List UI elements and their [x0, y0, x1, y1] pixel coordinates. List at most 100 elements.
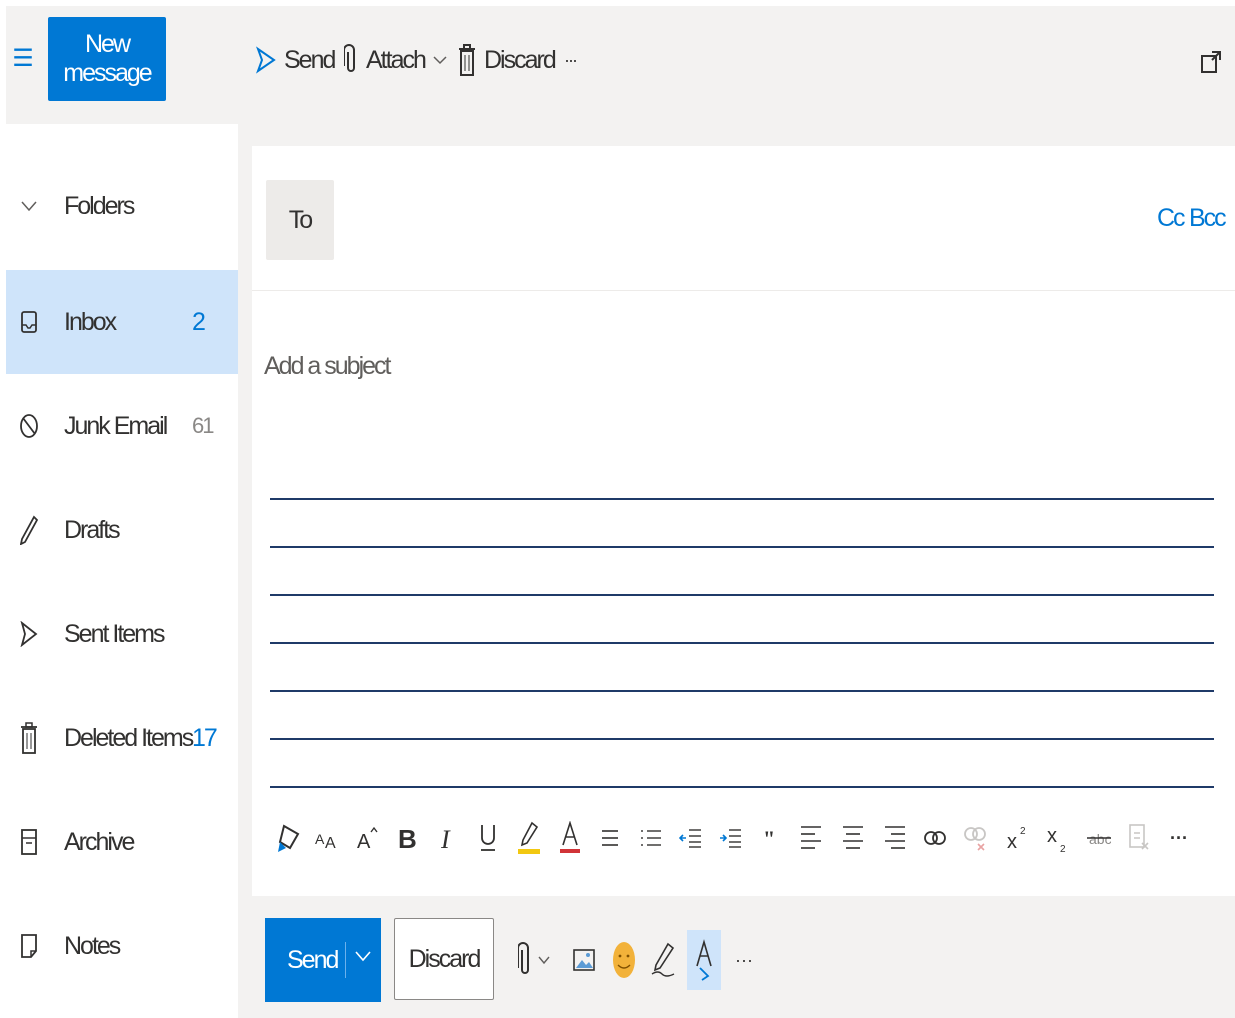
body-line	[270, 642, 1214, 644]
unread-count: 17	[192, 723, 218, 752]
attach-command[interactable]: Attach	[344, 40, 455, 80]
archive-icon	[18, 825, 40, 859]
send-button[interactable]: Send	[265, 918, 381, 1002]
sidebar-item-label: Drafts	[64, 515, 121, 544]
sidebar-item-junk-email[interactable]: Junk Email 61	[6, 374, 238, 478]
sidebar-item-label: Deleted Items	[64, 723, 194, 752]
svg-text:A: A	[357, 831, 371, 852]
send-icon	[18, 617, 40, 651]
highlight-icon[interactable]	[516, 818, 542, 858]
to-input[interactable]	[346, 186, 1136, 256]
popout-icon[interactable]	[1200, 48, 1222, 79]
body-line	[270, 594, 1214, 596]
bold-icon[interactable]: B	[394, 818, 420, 858]
emoji-icon[interactable]	[610, 930, 638, 990]
sidebar-item-label: Sent Items	[64, 619, 165, 648]
clear-formatting-icon[interactable]	[1126, 818, 1152, 858]
pencil-icon	[18, 513, 40, 547]
align-left-icon[interactable]	[798, 818, 824, 858]
command-bar	[6, 6, 1235, 124]
superscript-icon[interactable]: x2	[1006, 818, 1030, 858]
chevron-down-icon	[433, 56, 447, 65]
font-size-icon[interactable]: AA	[314, 818, 338, 858]
decrease-indent-icon[interactable]	[678, 818, 704, 858]
sidebar-item-label: Junk Email	[64, 411, 168, 440]
sidebar-item-archive[interactable]: Archive	[6, 790, 238, 894]
sidebar-item-sent-items[interactable]: Sent Items	[6, 582, 238, 686]
cc-link[interactable]: Cc	[1157, 204, 1186, 233]
folders-toggle[interactable]: Folders	[6, 154, 238, 258]
divider	[252, 290, 1235, 291]
trash-icon	[18, 721, 40, 755]
more-icon[interactable]: ···	[730, 930, 758, 990]
body-line	[270, 498, 1214, 500]
svg-text:2: 2	[1060, 844, 1066, 854]
sidebar-item-label: Notes	[64, 931, 121, 960]
discard-button[interactable]: Discard	[394, 918, 494, 1000]
svg-text:A: A	[325, 835, 336, 852]
svg-text:2: 2	[1020, 826, 1026, 837]
increase-indent-icon[interactable]	[718, 818, 744, 858]
insert-picture-icon[interactable]	[570, 930, 598, 990]
svg-text:x: x	[1047, 825, 1057, 847]
bullets-icon[interactable]	[598, 818, 622, 858]
signature-icon[interactable]	[648, 930, 678, 990]
subscript-icon[interactable]: x2	[1046, 818, 1070, 858]
discard-command-label: Discard	[484, 45, 557, 74]
sidebar-item-label: Archive	[64, 827, 135, 856]
folder-pane: Folders Inbox 2 Junk Email 61 Drafts Sen…	[6, 124, 238, 1018]
svg-text:x: x	[1007, 831, 1017, 852]
body-line	[270, 690, 1214, 692]
to-button[interactable]: To	[266, 180, 334, 260]
send-icon	[256, 46, 276, 74]
send-button-label: Send	[287, 945, 339, 974]
format-text-icon[interactable]	[687, 930, 721, 990]
quote-icon[interactable]: "	[760, 818, 782, 858]
sidebar-item-notes[interactable]: Notes	[6, 894, 238, 998]
trash-icon	[459, 44, 475, 76]
unlink-icon[interactable]	[962, 818, 988, 858]
more-icon[interactable]: ···	[564, 40, 578, 80]
discard-command[interactable]: Discard	[458, 40, 557, 80]
chevron-down-icon	[355, 951, 371, 962]
more-options-icon[interactable]: ···	[1166, 818, 1192, 858]
paperclip-icon	[518, 942, 529, 974]
sidebar-item-inbox[interactable]: Inbox 2	[6, 270, 238, 374]
body-line	[270, 786, 1214, 788]
chevron-down-icon	[18, 189, 40, 223]
new-message-button[interactable]: New message	[48, 17, 166, 101]
format-painter-icon[interactable]	[274, 818, 304, 858]
font-color-icon[interactable]	[558, 818, 582, 858]
attach-command-label: Attach	[366, 45, 427, 74]
subject-input[interactable]	[264, 346, 1204, 386]
body-line	[270, 738, 1214, 740]
send-command[interactable]: Send	[256, 40, 336, 80]
unread-count: 61	[192, 413, 215, 438]
sidebar-item-label: Inbox	[64, 307, 117, 336]
bcc-link[interactable]: Bcc	[1189, 204, 1227, 233]
hamburger-icon[interactable]: ☰	[12, 47, 34, 71]
paperclip-icon	[344, 44, 355, 72]
strikethrough-icon[interactable]: abc	[1086, 818, 1112, 858]
svg-text:": "	[763, 828, 775, 848]
underline-icon[interactable]	[476, 818, 500, 858]
grow-font-icon[interactable]: A	[356, 818, 380, 858]
sidebar-item-drafts[interactable]: Drafts	[6, 478, 238, 582]
svg-text:A: A	[315, 831, 325, 847]
divider	[345, 942, 346, 978]
align-center-icon[interactable]	[840, 818, 866, 858]
chevron-down-icon	[538, 956, 550, 965]
attach-button[interactable]	[512, 930, 556, 990]
svg-text:I: I	[441, 825, 451, 852]
svg-text:B: B	[398, 824, 416, 852]
italic-icon[interactable]: I	[436, 818, 460, 858]
junk-icon	[18, 409, 40, 443]
inbox-icon	[18, 305, 40, 339]
sidebar-item-deleted-items[interactable]: Deleted Items 17	[6, 686, 238, 790]
folders-label: Folders	[64, 191, 135, 220]
link-icon[interactable]	[922, 818, 948, 858]
message-body[interactable]	[264, 420, 1220, 800]
numbering-icon[interactable]	[638, 818, 664, 858]
unread-count: 2	[192, 307, 206, 336]
align-right-icon[interactable]	[882, 818, 908, 858]
